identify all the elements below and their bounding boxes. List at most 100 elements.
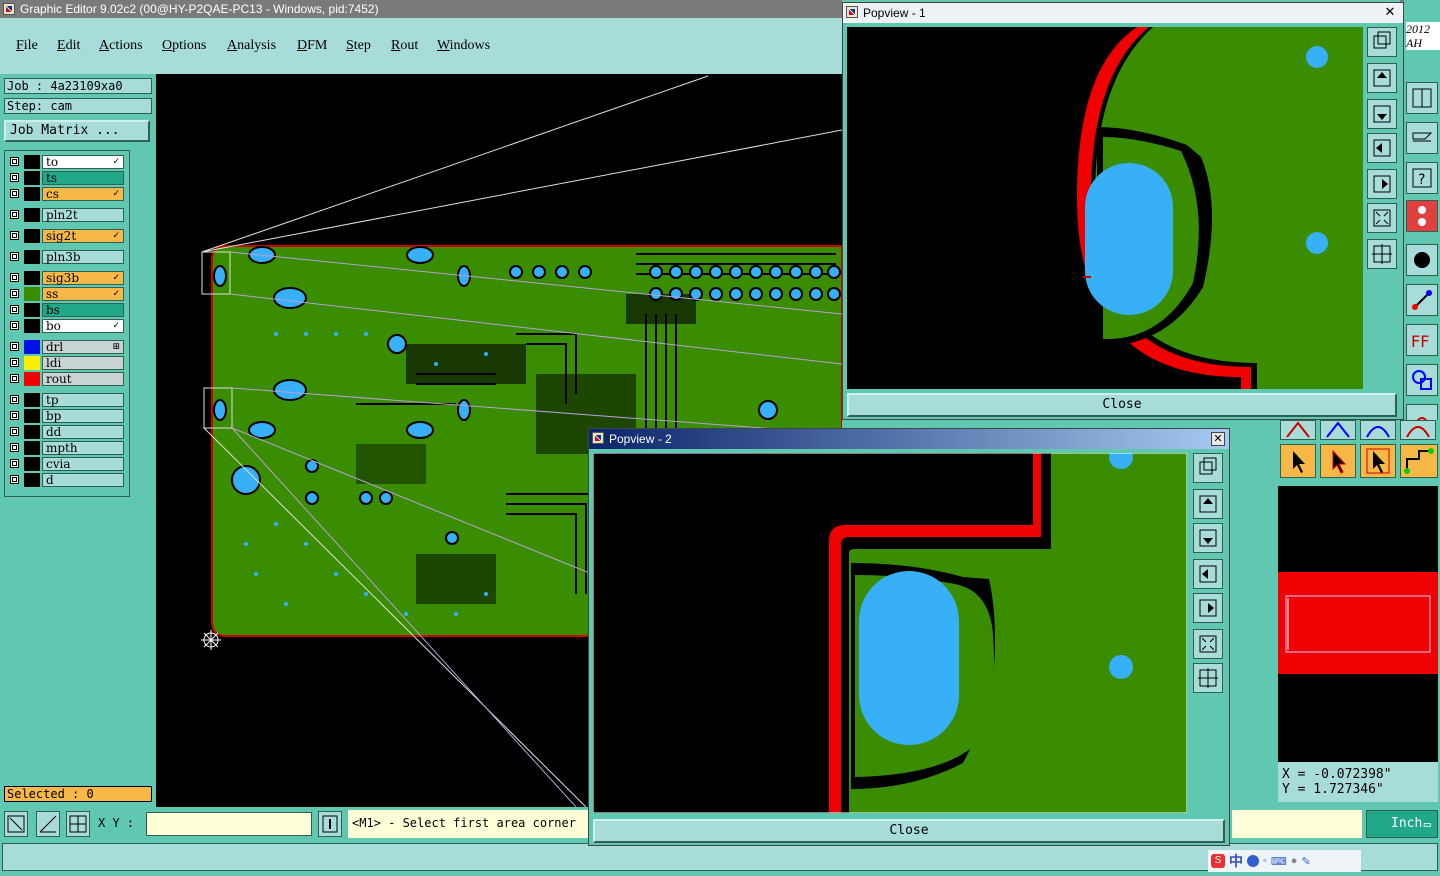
layer-color-swatch[interactable]: [24, 155, 40, 169]
layer-name[interactable]: cs ✓: [42, 187, 124, 201]
overview-view[interactable]: [1278, 486, 1438, 762]
layer-row-bo[interactable]: bo ✓: [5, 318, 129, 334]
menu-options[interactable]: Options: [162, 38, 206, 54]
popview-2-pan-up-button[interactable]: [1193, 489, 1223, 519]
layer-row-ldi[interactable]: ldi: [5, 355, 129, 371]
popview-2-close-icon[interactable]: ✕: [1211, 432, 1225, 446]
layer-checkbox[interactable]: [10, 358, 19, 367]
layer-name[interactable]: cvia: [42, 457, 124, 471]
info-button[interactable]: [318, 811, 342, 837]
layer-row-to[interactable]: to ✓: [5, 154, 129, 170]
layer-name[interactable]: ldi: [42, 356, 124, 370]
arc-tool-b[interactable]: [1320, 420, 1356, 440]
select-pointer-button[interactable]: [1280, 444, 1316, 478]
layer-color-swatch[interactable]: [24, 271, 40, 285]
layer-row-tp[interactable]: tp: [5, 392, 129, 408]
layer-row-bs[interactable]: bs: [5, 302, 129, 318]
popview-1-pan-up-button[interactable]: [1367, 63, 1397, 93]
layer-row-d[interactable]: d: [5, 472, 129, 488]
layer-color-swatch[interactable]: [24, 229, 40, 243]
layer-checkbox[interactable]: [10, 157, 19, 166]
help-button[interactable]: ?: [1406, 162, 1438, 194]
popview-1-zoom-in-button[interactable]: [1367, 203, 1397, 233]
flip-button[interactable]: FF: [1406, 324, 1438, 356]
menu-windows[interactable]: Windows: [437, 38, 490, 54]
menu-rout[interactable]: Rout: [391, 38, 418, 54]
layer-row-mpth[interactable]: mpth: [5, 440, 129, 456]
popview-1-copy-button[interactable]: [1367, 27, 1397, 57]
layer-checkbox[interactable]: [10, 395, 19, 404]
moon-icon[interactable]: [1247, 855, 1259, 867]
layer-checkbox[interactable]: [10, 210, 19, 219]
layer-color-swatch[interactable]: [24, 441, 40, 455]
snap-button[interactable]: [1406, 122, 1438, 154]
menu-analysis[interactable]: Analysis: [227, 38, 276, 54]
layer-checkbox[interactable]: [10, 252, 19, 261]
menu-dfm[interactable]: DFM: [297, 38, 327, 54]
layer-checkbox[interactable]: [10, 273, 19, 282]
arc-tool-c[interactable]: [1360, 420, 1396, 440]
layer-name[interactable]: tp: [42, 393, 124, 407]
measure-button[interactable]: [1406, 200, 1438, 232]
layer-color-swatch[interactable]: [24, 171, 40, 185]
measure-tool-button[interactable]: [36, 811, 60, 837]
layer-row-sig3b[interactable]: sig3b ✓: [5, 270, 129, 286]
layer-name[interactable]: ts: [42, 171, 124, 185]
arc-tool-d[interactable]: [1400, 420, 1436, 440]
popview-2-close-button[interactable]: Close: [593, 819, 1225, 843]
layer-checkbox[interactable]: [10, 231, 19, 240]
layer-color-swatch[interactable]: [24, 208, 40, 222]
layer-checkbox[interactable]: [10, 427, 19, 436]
job-matrix-button[interactable]: Job Matrix ...: [4, 120, 150, 142]
layer-name[interactable]: pln3b: [42, 250, 124, 264]
layer-color-swatch[interactable]: [24, 457, 40, 471]
input-method-icon[interactable]: S: [1211, 854, 1225, 868]
layer-name[interactable]: ss ✓: [42, 287, 124, 301]
pad-button[interactable]: [1406, 244, 1438, 276]
route-button[interactable]: [1400, 444, 1438, 478]
popview-2-zoom-in-button[interactable]: [1193, 629, 1223, 659]
layer-color-swatch[interactable]: [24, 303, 40, 317]
popview-1-zoom-out-button[interactable]: [1367, 239, 1397, 269]
layer-checkbox[interactable]: [10, 443, 19, 452]
layer-checkbox[interactable]: [10, 459, 19, 468]
layer-row-sig2t[interactable]: sig2t ✓: [5, 228, 129, 244]
layer-row-cs[interactable]: cs ✓: [5, 186, 129, 202]
layer-color-swatch[interactable]: [24, 356, 40, 370]
user-icon[interactable]: ●: [1291, 855, 1298, 867]
layer-color-swatch[interactable]: [24, 393, 40, 407]
layer-color-swatch[interactable]: [24, 372, 40, 386]
layer-name[interactable]: rout: [42, 372, 124, 386]
layer-checkbox[interactable]: [10, 374, 19, 383]
popview-2-pan-down-button[interactable]: [1193, 523, 1223, 553]
layer-row-pln3b[interactable]: pln3b: [5, 249, 129, 265]
layer-color-swatch[interactable]: [24, 409, 40, 423]
layer-row-rout[interactable]: rout: [5, 371, 129, 387]
layer-name[interactable]: to ✓: [42, 155, 124, 169]
layer-color-swatch[interactable]: [24, 425, 40, 439]
select-box-button[interactable]: [1320, 444, 1356, 478]
layer-checkbox[interactable]: [10, 411, 19, 420]
layer-name[interactable]: sig2t ✓: [42, 229, 124, 243]
layer-name[interactable]: mpth: [42, 441, 124, 455]
layer-color-swatch[interactable]: [24, 250, 40, 264]
layer-checkbox[interactable]: [10, 342, 19, 351]
layer-name[interactable]: bp: [42, 409, 124, 423]
popview-1-canvas[interactable]: [847, 27, 1363, 389]
layer-row-pln2t[interactable]: pln2t: [5, 207, 129, 223]
layer-color-swatch[interactable]: [24, 319, 40, 333]
layer-name[interactable]: bs: [42, 303, 124, 317]
popview-2-pan-left-button[interactable]: [1193, 559, 1223, 589]
layer-row-ss[interactable]: ss ✓: [5, 286, 129, 302]
popview-2-zoom-out-button[interactable]: [1193, 663, 1223, 693]
layer-row-dd[interactable]: dd: [5, 424, 129, 440]
layer-color-swatch[interactable]: [24, 473, 40, 487]
layer-name[interactable]: dd: [42, 425, 124, 439]
layer-name[interactable]: drl ⊞: [42, 340, 124, 354]
select-move-button[interactable]: [1360, 444, 1396, 478]
keyboard-icon[interactable]: ⌨: [1271, 855, 1287, 868]
wrench-icon[interactable]: ✎: [1301, 855, 1310, 868]
popview-2-copy-button[interactable]: [1193, 453, 1223, 483]
layer-checkbox[interactable]: [10, 289, 19, 298]
zoom-area-button[interactable]: [4, 811, 28, 837]
